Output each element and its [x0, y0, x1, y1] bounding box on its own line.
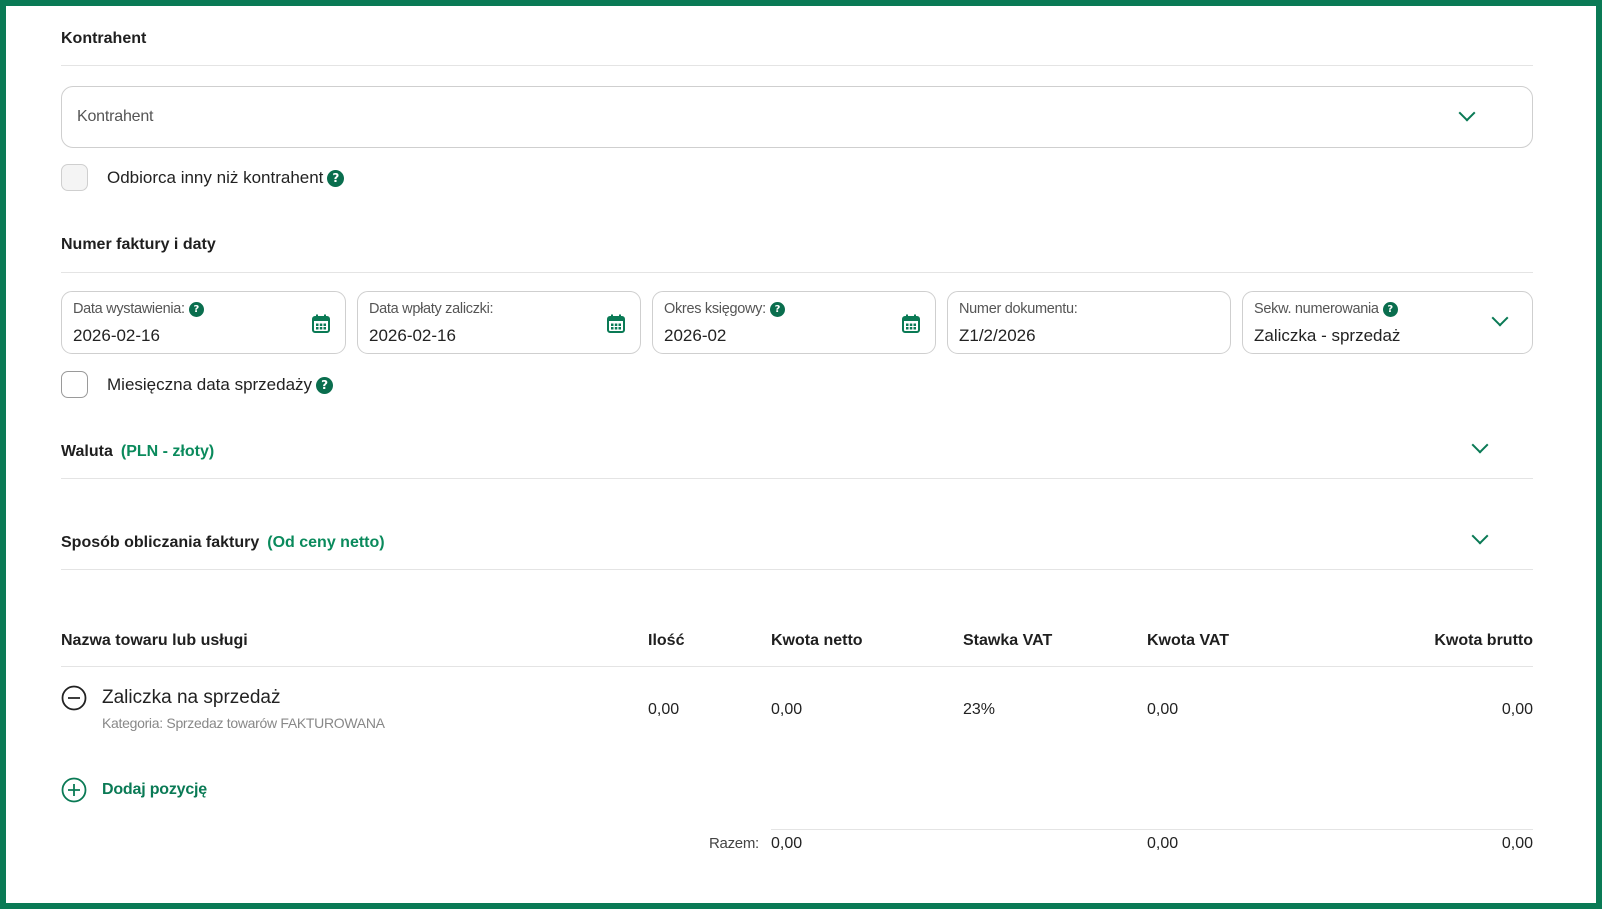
- numbering-sequence-label: Sekw. numerowania?: [1254, 301, 1398, 317]
- chevron-down-icon: [1458, 104, 1476, 122]
- help-icon[interactable]: ?: [316, 377, 334, 394]
- accounting-period-field[interactable]: Okres księgowy:? 2026-02: [652, 291, 936, 354]
- column-header-name: Nazwa towaru lub usługi: [61, 632, 248, 649]
- page-frame: Kontrahent Kontrahent Odbiorca inny niż …: [0, 0, 1602, 909]
- numbering-sequence-select[interactable]: Sekw. numerowania? Zaliczka - sprzedaż: [1242, 291, 1533, 354]
- divider: [61, 569, 1533, 570]
- remove-position-icon[interactable]: [61, 685, 87, 711]
- issue-date-label: Data wystawienia:?: [73, 301, 204, 317]
- document-number-value: Z1/2/2026: [959, 326, 1036, 345]
- currency-value: (PLN - złoty): [120, 443, 215, 460]
- issue-date-value: 2026-02-16: [73, 326, 160, 345]
- position-name[interactable]: Zaliczka na sprzedaż: [102, 687, 280, 709]
- monthly-sale-date-label: Miesięczna data sprzedaży?: [107, 375, 334, 395]
- monthly-sale-date-checkbox[interactable]: [61, 371, 88, 398]
- column-header-vat-rate: Stawka VAT: [963, 632, 1053, 649]
- position-net[interactable]: 0,00: [771, 701, 802, 719]
- position-gross: 0,00: [1501, 701, 1533, 718]
- position-vat: 0,00: [1147, 701, 1179, 718]
- totals-gross: 0,00: [1501, 835, 1533, 852]
- advance-payment-date-value: 2026-02-16: [369, 326, 456, 345]
- advance-payment-date-field[interactable]: Data wpłaty zaliczki: 2026-02-16: [357, 291, 641, 354]
- totals-label: Razem:: [709, 835, 759, 852]
- accounting-period-label-text: Okres księgowy:: [664, 301, 766, 317]
- other-recipient-checkbox[interactable]: [61, 164, 88, 191]
- issue-date-label-text: Data wystawienia:: [73, 301, 185, 317]
- chevron-down-icon[interactable]: [1471, 527, 1489, 545]
- position-quantity[interactable]: 0,00: [648, 701, 679, 719]
- numbering-sequence-label-text: Sekw. numerowania: [1254, 301, 1379, 317]
- divider: [61, 65, 1533, 66]
- document-number-field[interactable]: Numer dokumentu: Z1/2/2026: [947, 291, 1231, 354]
- calendar-icon[interactable]: [902, 314, 920, 333]
- totals-divider: [771, 829, 1533, 830]
- calendar-icon[interactable]: [312, 314, 330, 333]
- dates-section-title: Numer faktury i daty: [61, 236, 216, 253]
- chevron-down-icon[interactable]: [1471, 436, 1489, 454]
- currency-title: Waluta: [61, 443, 113, 460]
- column-header-vat: Kwota VAT: [1147, 632, 1230, 649]
- numbering-sequence-value: Zaliczka - sprzedaż: [1254, 326, 1401, 345]
- calendar-icon[interactable]: [607, 314, 625, 333]
- calculation-value: (Od ceny netto): [267, 534, 385, 551]
- accounting-period-label: Okres księgowy:?: [664, 301, 785, 317]
- totals-net: 0,00: [771, 835, 803, 852]
- other-recipient-text: Odbiorca inny niż kontrahent: [107, 168, 324, 187]
- column-header-gross: Kwota brutto: [1434, 632, 1533, 649]
- contractor-select[interactable]: Kontrahent: [61, 86, 1533, 148]
- contractor-select-placeholder: Kontrahent: [77, 108, 154, 125]
- add-position-label[interactable]: Dodaj pozycję: [102, 781, 207, 799]
- column-header-quantity: Ilość: [648, 632, 685, 649]
- currency-section-toggle[interactable]: Waluta (PLN - złoty): [61, 443, 214, 461]
- totals-vat: 0,00: [1147, 835, 1179, 852]
- calculation-section-toggle[interactable]: Sposób obliczania faktury (Od ceny netto): [61, 534, 385, 552]
- position-category: Kategoria: Sprzedaz towarów FAKTUROWANA: [102, 715, 385, 731]
- issue-date-field[interactable]: Data wystawienia:? 2026-02-16: [61, 291, 346, 354]
- chevron-down-icon: [1491, 309, 1509, 327]
- column-header-net: Kwota netto: [771, 632, 863, 649]
- help-icon[interactable]: ?: [1382, 302, 1398, 317]
- contractor-section-title: Kontrahent: [61, 30, 147, 47]
- accounting-period-value: 2026-02: [664, 326, 727, 345]
- add-icon[interactable]: [61, 777, 87, 803]
- document-number-label: Numer dokumentu:: [959, 301, 1078, 317]
- position-vat-rate[interactable]: 23%: [963, 701, 995, 719]
- calculation-title: Sposób obliczania faktury: [61, 534, 260, 551]
- divider: [61, 478, 1533, 479]
- help-icon[interactable]: ?: [327, 170, 345, 187]
- help-icon[interactable]: ?: [769, 302, 785, 317]
- divider: [61, 666, 1533, 667]
- advance-payment-date-label: Data wpłaty zaliczki:: [369, 301, 494, 317]
- monthly-sale-date-text: Miesięczna data sprzedaży: [107, 375, 313, 394]
- other-recipient-label: Odbiorca inny niż kontrahent?: [107, 168, 345, 188]
- divider: [61, 272, 1533, 273]
- help-icon[interactable]: ?: [188, 302, 204, 317]
